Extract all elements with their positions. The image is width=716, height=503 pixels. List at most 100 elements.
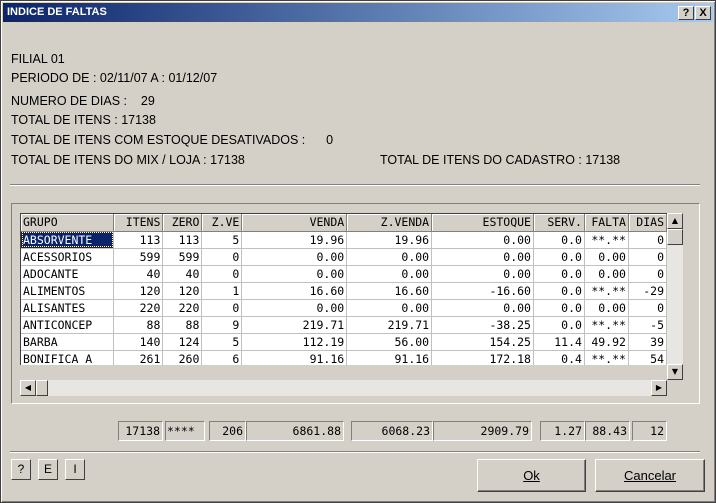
table-cell: 260 xyxy=(162,350,203,365)
table-cell: 220 xyxy=(162,299,203,317)
cancel-button-label: Cancelar xyxy=(623,468,677,483)
table-cell: -38.25 xyxy=(431,316,534,334)
periodo-label: PERIODO DE : 02/11/07 A : 01/12/07 xyxy=(11,71,218,85)
total-zero-field: **** xyxy=(165,421,205,441)
table-cell: ADOCANTE xyxy=(21,265,115,283)
scroll-right-icon[interactable]: ▶ xyxy=(651,380,667,396)
help-button[interactable]: ? xyxy=(11,459,31,480)
table-cell: 0.0 xyxy=(533,265,585,283)
table-cell: 113 xyxy=(113,231,164,249)
vertical-scroll-thumb[interactable] xyxy=(667,229,683,245)
table-row[interactable]: BARBA 140 124 5 112.19 56.00 154.25 11.4 49.92 39 xyxy=(21,333,667,351)
ok-button[interactable]: Ok xyxy=(477,459,586,492)
table-cell: BARBA xyxy=(21,333,115,351)
table-cell: 56.00 xyxy=(346,333,433,351)
scroll-up-icon[interactable]: ▲ xyxy=(667,213,683,229)
table-cell: ALIMENTOS xyxy=(21,282,115,300)
data-grid[interactable]: GRUPO ITENS ZERO Z.VE VENDA Z.VENDA ESTOQUE SER… xyxy=(20,213,667,365)
column-header-estoque[interactable]: ESTOQUE xyxy=(431,214,534,232)
table-cell: 120 xyxy=(162,282,203,300)
table-cell: -16.60 xyxy=(431,282,534,300)
column-header-serv[interactable]: SERV. xyxy=(533,214,585,232)
table-row[interactable]: ACESSORIOS 599 599 0 0.00 0.00 0.00 0.0 0.00 0 xyxy=(21,248,667,266)
close-button[interactable]: X xyxy=(695,6,711,20)
table-cell: 88 xyxy=(162,316,203,334)
table-cell: 39 xyxy=(628,333,667,351)
table-cell: -29 xyxy=(628,282,667,300)
table-row[interactable]: ANTICONCEP 88 88 9 219.71 219.71 -38.25 0.0 **.*… xyxy=(21,316,667,334)
numero-dias-label: NUMERO DE DIAS : 29 xyxy=(11,94,155,108)
table-cell: 0 xyxy=(628,265,667,283)
total-desativados-label: TOTAL DE ITENS COM ESTOQUE DESATIVADOS :… xyxy=(11,133,334,147)
table-cell: 40 xyxy=(162,265,203,283)
column-header-venda[interactable]: VENDA xyxy=(241,214,348,232)
scroll-left-icon[interactable]: ◀ xyxy=(20,380,36,396)
vertical-scrollbar[interactable]: ▲ ▼ xyxy=(667,213,683,380)
total-mix-label: TOTAL DE ITENS DO MIX / LOJA : 17138 xyxy=(11,153,245,167)
table-cell: 49.92 xyxy=(584,333,629,351)
table-cell: 0.4 xyxy=(533,350,585,365)
table-cell: **.** xyxy=(584,316,629,334)
table-cell: 88 xyxy=(113,316,164,334)
table-cell: 5 xyxy=(201,231,243,249)
table-cell: **.** xyxy=(584,282,629,300)
table-cell: 54 xyxy=(628,350,667,365)
table-cell: 0.00 xyxy=(346,248,433,266)
ok-button-label: Ok xyxy=(523,468,540,483)
table-cell: 0 xyxy=(201,248,243,266)
table-cell: 0.00 xyxy=(346,265,433,283)
title-bar[interactable]: INDICE DE FALTAS ? X xyxy=(3,3,713,22)
table-cell: 16.60 xyxy=(241,282,348,300)
help-title-button[interactable]: ? xyxy=(678,6,694,20)
table-cell: ALISANTES xyxy=(21,299,115,317)
column-header-itens[interactable]: ITENS xyxy=(113,214,164,232)
i-button[interactable]: I xyxy=(65,459,85,480)
grid-header-row: GRUPO ITENS ZERO Z.VE VENDA Z.VENDA ESTOQUE SER… xyxy=(21,214,667,232)
table-cell: 0.00 xyxy=(431,299,534,317)
table-cell: 120 xyxy=(113,282,164,300)
table-cell: 172.18 xyxy=(431,350,534,365)
table-cell: 112.19 xyxy=(241,333,348,351)
table-cell: 0 xyxy=(628,231,667,249)
table-row[interactable]: ABSORVENTE 113 113 5 19.96 19.96 0.00 0.0 **.** 0 xyxy=(21,231,667,249)
column-header-grupo[interactable]: GRUPO xyxy=(21,214,115,232)
table-cell: 140 xyxy=(113,333,164,351)
horizontal-scrollbar[interactable]: ◀ ▶ xyxy=(20,380,667,396)
table-cell: 19.96 xyxy=(346,231,433,249)
column-header-zero[interactable]: ZERO xyxy=(162,214,203,232)
scrollbar-corner xyxy=(667,380,683,396)
table-cell: 0 xyxy=(201,299,243,317)
table-cell: 219.71 xyxy=(346,316,433,334)
table-cell: 0.00 xyxy=(241,299,348,317)
table-cell: 124 xyxy=(162,333,203,351)
table-cell: 1 xyxy=(201,282,243,300)
e-button[interactable]: E xyxy=(38,459,58,480)
window-title: INDICE DE FALTAS xyxy=(7,6,107,18)
table-cell: 113 xyxy=(162,231,203,249)
column-header-zve[interactable]: Z.VE xyxy=(201,214,243,232)
table-cell: 220 xyxy=(113,299,164,317)
total-estoque-field: 2909.79 xyxy=(433,421,532,441)
table-cell: 9 xyxy=(201,316,243,334)
table-cell: 599 xyxy=(113,248,164,266)
total-cadastro-label: TOTAL DE ITENS DO CADASTRO : 17138 xyxy=(380,153,621,167)
table-row[interactable]: BONIFICA A 261 260 6 91.16 91.16 172.18 0.4 **.*… xyxy=(21,350,667,365)
table-cell: ACESSORIOS xyxy=(21,248,115,266)
table-row[interactable]: ALISANTES 220 220 0 0.00 0.00 0.00 0.0 0.00 0 xyxy=(21,299,667,317)
table-cell: 599 xyxy=(162,248,203,266)
column-header-dias[interactable]: DIAS xyxy=(628,214,667,232)
data-table: GRUPO ITENS ZERO Z.VE VENDA Z.VENDA ESTOQUE SER… xyxy=(21,214,667,365)
column-header-zvenda[interactable]: Z.VENDA xyxy=(346,214,433,232)
horizontal-scroll-thumb[interactable] xyxy=(36,380,48,396)
scroll-down-icon[interactable]: ▼ xyxy=(667,364,683,380)
table-cell: 91.16 xyxy=(241,350,348,365)
total-zvenda-field: 6068.23 xyxy=(351,421,433,441)
table-cell: ABSORVENTE xyxy=(21,231,115,249)
table-cell: 40 xyxy=(113,265,164,283)
cancel-button[interactable]: Cancelar xyxy=(595,459,705,492)
table-cell: 0.00 xyxy=(431,248,534,266)
table-cell: **.** xyxy=(584,231,629,249)
column-header-falta[interactable]: FALTA xyxy=(584,214,629,232)
table-row[interactable]: ADOCANTE 40 40 0 0.00 0.00 0.00 0.0 0.00 0 xyxy=(21,265,667,283)
table-row[interactable]: ALIMENTOS 120 120 1 16.60 16.60 -16.60 0.0 **.**… xyxy=(21,282,667,300)
